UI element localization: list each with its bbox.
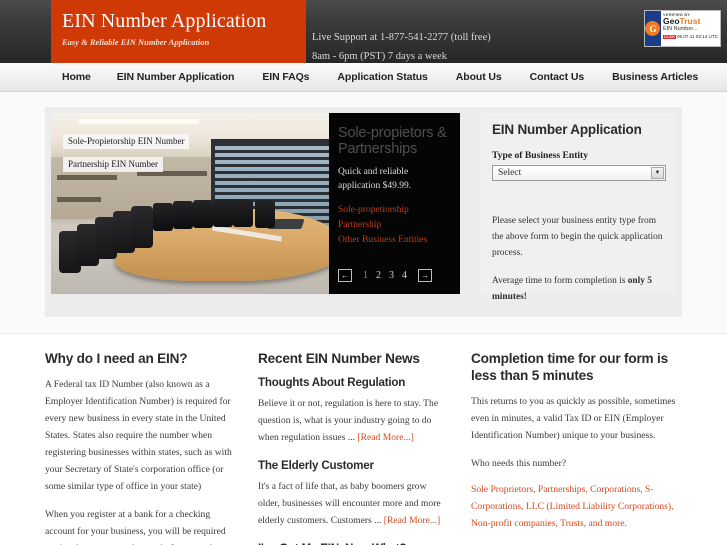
news-post-2-heading[interactable]: The Elderly Customer (258, 459, 446, 472)
column-right-question: Who needs this number? (471, 458, 567, 469)
site-tagline: Easy & Reliable EIN Number Application (62, 37, 210, 47)
news-post-2-read-more[interactable]: [Read More...] (384, 515, 440, 526)
geotrust-logo-icon: G (645, 11, 661, 46)
slider-dot-1[interactable]: 1 (363, 270, 368, 281)
slider-link-partnership[interactable]: Partnership (338, 218, 451, 233)
ein-application-form-panel: EIN Number Application Type of Business … (481, 113, 677, 302)
nav-item-ein-number-application[interactable]: EIN Number Application (117, 71, 235, 83)
news-post-2-excerpt: It's a fact of life that, as baby boomer… (258, 481, 441, 526)
column-left-paragraph-1: A Federal tax ID Number (also known as a… (45, 379, 232, 492)
business-entity-label: Type of Business Entity (492, 150, 589, 161)
geotrust-brand: GeoTrust (662, 16, 701, 26)
geotrust-site-name: EIN Number... (662, 26, 698, 32)
slider-caption-panel: Sole-propietors & Partnerships Quick and… (329, 113, 460, 294)
slider-photo-label-partnership: Partnership EIN Number (63, 157, 163, 172)
nav-item-about-us[interactable]: About Us (456, 71, 502, 83)
slider-links: Sole-propetiorship Partnership Other Bus… (338, 203, 451, 248)
entity-types-link[interactable]: Sole Proprietors, Partnerships, Corporat… (471, 484, 674, 529)
slider-headline: Sole-propietors & Partnerships (338, 125, 447, 157)
column-left-title: Why do I need an EIN? (45, 351, 188, 366)
form-instruction-note: Please select your business entity type … (492, 216, 663, 258)
slider-dot-3[interactable]: 3 (389, 270, 394, 281)
site-title: EIN Number Application (62, 10, 267, 32)
hero-section: Sole-Propietorship EIN Number Partnershi… (0, 92, 727, 334)
geotrust-seal[interactable]: G VERIFIED BY GeoTrust EIN Number... CLI… (644, 10, 721, 47)
nav-item-home[interactable]: Home (62, 71, 91, 83)
column-recent-news: Recent EIN Number News Thoughts About Re… (258, 350, 471, 545)
hero-slider[interactable]: Sole-Propietorship EIN Number Partnershi… (51, 113, 460, 294)
slider-prev-arrow-icon[interactable]: ← (338, 269, 352, 282)
news-post-1-read-more[interactable]: [Read More...] (357, 432, 413, 443)
slider-next-arrow-icon[interactable]: → (418, 269, 432, 282)
geotrust-click-label[interactable]: CLICK (662, 35, 676, 39)
site-logo[interactable]: EIN Number Application Easy & Reliable E… (51, 0, 306, 63)
column-right-entities: Sole Proprietors, Partnerships, Corporat… (471, 481, 676, 532)
geotrust-swirl-icon: G (645, 21, 661, 36)
slider-photo-conference-room: Sole-Propietorship EIN Number Partnershi… (51, 113, 329, 294)
photo-chairs (57, 191, 275, 294)
nav-item-ein-faqs[interactable]: EIN FAQs (262, 71, 309, 83)
slider-link-sole-proprietorship[interactable]: Sole-propetiorship (338, 203, 451, 218)
site-header: EIN Number Application Easy & Reliable E… (0, 0, 727, 63)
column-why-need-ein: Why do I need an EIN? A Federal tax ID N… (45, 350, 258, 545)
column-middle-title: Recent EIN Number News (258, 351, 420, 366)
form-average-time-note: Average time to form completion is only … (492, 276, 652, 302)
form-panel-title: EIN Number Application (492, 122, 642, 137)
nav-item-contact-us[interactable]: Contact Us (530, 71, 585, 83)
news-post-1-heading[interactable]: Thoughts About Regulation (258, 376, 446, 389)
slider-link-other-business-entities[interactable]: Other Business Entities (338, 233, 451, 248)
nav-item-business-articles[interactable]: Business Articles (612, 71, 698, 83)
slider-description: Quick and reliable application $49.99. (338, 167, 412, 191)
nav-item-application-status[interactable]: Application Status (337, 71, 427, 83)
column-right-paragraph-1: This returns to you as quickly as possib… (471, 396, 676, 441)
header-contact-info: Live Support at 1-877-541-2277 (toll fre… (312, 28, 491, 63)
slider-dot-2[interactable]: 2 (376, 270, 381, 281)
slider-pagination: 1 2 3 4 (359, 270, 411, 281)
business-entity-select[interactable]: Select ▼ (492, 165, 666, 181)
slider-photo-label-sole-proprietorship: Sole-Propietorship EIN Number (63, 134, 190, 149)
geotrust-timestamp: 05.07.11 02:14 UTC (676, 34, 718, 39)
content-columns: Why do I need an EIN? A Federal tax ID N… (0, 334, 727, 545)
news-post-1-excerpt: Believe it or not, regulation is here to… (258, 398, 439, 443)
chevron-down-icon[interactable]: ▼ (651, 167, 664, 179)
business-entity-selected-value: Select (498, 168, 522, 178)
column-left-paragraph-2: When you register at a bank for a checki… (45, 509, 226, 545)
support-phone-line: Live Support at 1-877-541-2277 (toll fre… (312, 32, 491, 43)
column-right-title: Completion time for our form is less tha… (471, 351, 668, 383)
slider-dot-4[interactable]: 4 (402, 270, 407, 281)
slider-navigation: ← 1 2 3 4 → (338, 269, 432, 282)
main-navigation: Home EIN Number Application EIN FAQs App… (0, 63, 727, 92)
column-completion-time: Completion time for our form is less tha… (471, 350, 676, 545)
support-hours-line: 8am - 6pm (PST) 7 days a week (312, 51, 448, 62)
